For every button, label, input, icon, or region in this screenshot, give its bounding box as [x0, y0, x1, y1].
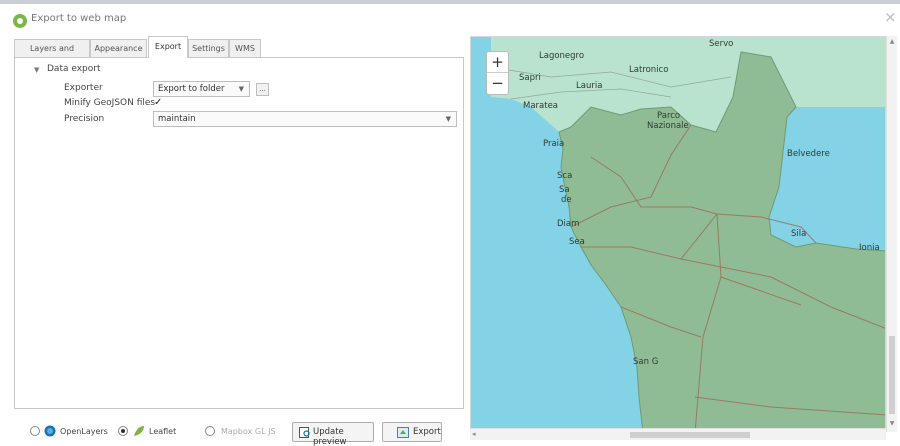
zoom-control: + −: [486, 51, 509, 95]
update-preview-button[interactable]: Update preview: [292, 422, 374, 446]
vertical-scroll-thumb[interactable]: [889, 336, 895, 414]
map-label-sangiov: San G: [633, 357, 659, 367]
scroll-up-icon[interactable]: ▲: [887, 38, 897, 45]
export-icon: [397, 427, 409, 438]
tab-bar: Layers and Groups Appearance Export Sett…: [14, 36, 464, 70]
openlayers-label: OpenLayers: [60, 427, 108, 436]
map-label-sapri: Sapri: [519, 73, 541, 83]
tab-export[interactable]: Export: [148, 36, 188, 58]
preview-icon: [299, 427, 310, 438]
zoom-out-button[interactable]: −: [487, 73, 508, 94]
map-label-servo: Servo: [709, 39, 734, 49]
scroll-down-icon[interactable]: ▼: [887, 420, 897, 427]
map-label-lagonegro: Lagonegro: [539, 51, 585, 61]
precision-label: Precision: [64, 114, 105, 124]
bottom-bar: OpenLayers Leaflet Mapbox GL JS Update p…: [0, 418, 470, 446]
dropdown-arrow-icon: ▼: [445, 115, 451, 123]
map-preview[interactable]: + − Lagonegro Latronico Lauria Sapri Mar…: [470, 36, 886, 432]
tab-appearance[interactable]: Appearance: [90, 39, 147, 58]
map-label-ionia: Ionia: [859, 243, 880, 253]
minify-geojson-label: Minify GeoJSON files: [64, 98, 156, 108]
exporter-value: Export to folder: [158, 84, 225, 94]
export-button-label: Export: [413, 427, 441, 437]
map-label-sea: Sea: [569, 237, 585, 247]
map-label-lauria: Lauria: [576, 81, 603, 91]
exporter-dropdown[interactable]: Export to folder ▼: [153, 81, 250, 97]
map-label-praia: Praia: [543, 139, 565, 149]
exporter-label: Exporter: [64, 83, 103, 93]
browse-button[interactable]: ...: [256, 83, 269, 96]
export-button[interactable]: Export: [382, 422, 442, 442]
tab-layers-and-groups[interactable]: Layers and Groups: [14, 39, 90, 70]
update-preview-label: Update preview: [313, 427, 347, 446]
window-title: Export to web map: [31, 13, 127, 24]
data-export-group-label: Data export: [47, 64, 101, 74]
leaflet-label: Leaflet: [149, 427, 177, 436]
map-label-diam: Diam: [557, 219, 580, 229]
map-label-sca: Sca: [557, 171, 573, 181]
settings-panel: Layers and Groups Appearance Export Sett…: [14, 36, 464, 410]
map-label-nazionale: Nazionale: [647, 121, 689, 131]
tab-settings[interactable]: Settings: [188, 39, 229, 58]
horizontal-scroll-thumb[interactable]: [630, 432, 750, 438]
leaflet-radio[interactable]: [118, 426, 128, 436]
scroll-left-icon[interactable]: ◂: [472, 430, 476, 438]
close-icon[interactable]: ×: [884, 9, 897, 25]
map-label-latronico: Latronico: [629, 65, 669, 75]
tab-wms[interactable]: WMS: [229, 39, 261, 58]
map-vertical-scrollbar[interactable]: ▲ ▼: [886, 36, 897, 432]
openlayers-icon: [44, 425, 56, 437]
mapbox-label: Mapbox GL JS: [221, 427, 276, 436]
minify-geojson-checkbox[interactable]: ✓: [154, 97, 162, 108]
openlayers-radio[interactable]: [30, 426, 40, 436]
map-canvas: [490, 37, 885, 431]
title-bar: Export to web map ×: [0, 4, 900, 30]
map-label-maratea: Maratea: [523, 101, 559, 111]
map-label-sa: Sa: [559, 185, 570, 195]
collapse-arrow-icon[interactable]: ▼: [34, 66, 39, 74]
dropdown-arrow-icon: ▼: [238, 85, 244, 93]
export-tab-pane: ▼ Data export Exporter Export to folder …: [14, 57, 464, 409]
zoom-in-button[interactable]: +: [487, 52, 508, 73]
precision-dropdown[interactable]: maintain ▼: [153, 111, 457, 127]
map-label-parco: Parco: [657, 111, 681, 121]
map-label-belvedere: Belvedere: [787, 149, 830, 159]
leaflet-icon: [134, 426, 144, 436]
qgis-logo-icon: [13, 14, 27, 28]
map-horizontal-scrollbar[interactable]: ◂: [470, 428, 886, 440]
precision-value: maintain: [158, 114, 196, 124]
mapbox-radio[interactable]: [205, 426, 215, 436]
map-label-sila: Sila: [791, 229, 807, 239]
map-label-de: de: [561, 195, 572, 205]
